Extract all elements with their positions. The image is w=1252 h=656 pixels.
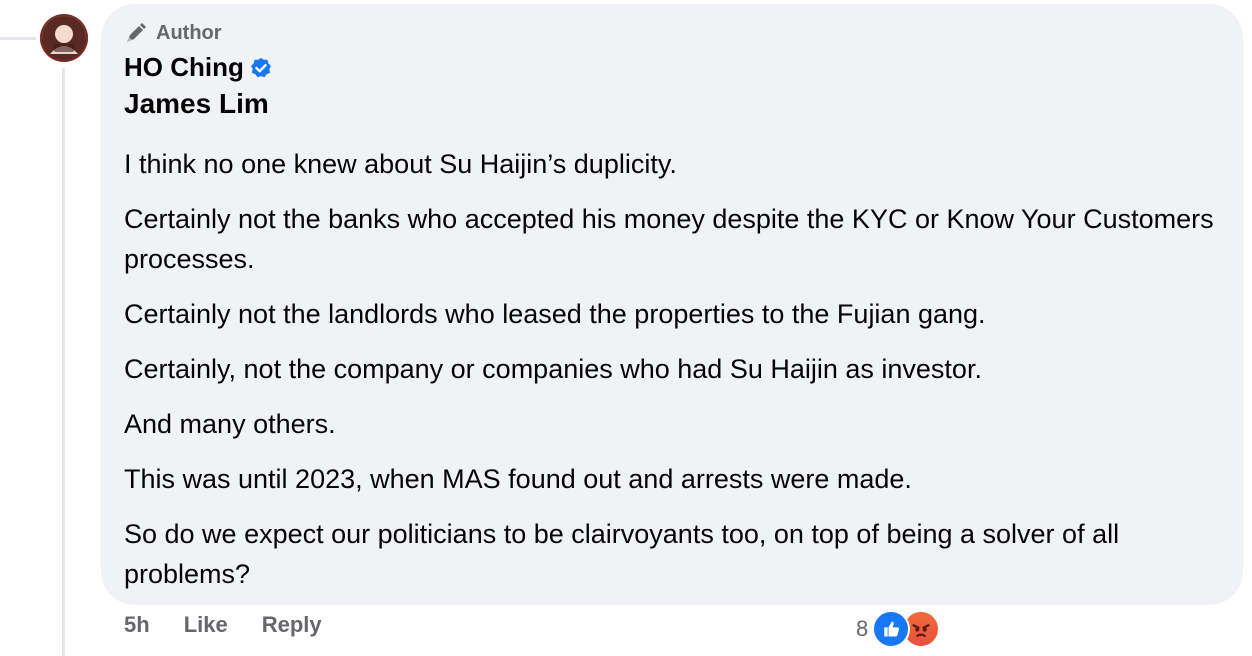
- pen-icon: [127, 23, 146, 42]
- comment-actions: 5h Like Reply: [124, 612, 356, 638]
- like-button[interactable]: Like: [184, 612, 228, 638]
- author-badge-label: Author: [156, 21, 222, 44]
- avatar[interactable]: [40, 14, 88, 62]
- like-icon: [872, 610, 911, 648]
- comment-paragraph: Certainly, not the company or companies …: [124, 354, 982, 384]
- author-badge: Author: [124, 20, 222, 46]
- comment-body: I think no one knew about Su Haijin’s du…: [124, 144, 1220, 609]
- comment-paragraph: I think no one knew about Su Haijin’s du…: [124, 149, 677, 179]
- commenter-name[interactable]: HO Ching: [124, 52, 244, 83]
- comment-paragraph: So do we expect our politicians to be cl…: [124, 519, 1120, 589]
- mention-tag[interactable]: James Lim: [124, 88, 269, 120]
- thread-connector: [0, 37, 36, 40]
- thread-line: [62, 68, 65, 656]
- commenter-name-row: HO Ching: [124, 52, 272, 83]
- comment-paragraph: Certainly not the banks who accepted his…: [124, 204, 1214, 274]
- verified-badge-icon: [250, 57, 271, 77]
- reaction-count: 8: [856, 616, 869, 641]
- timestamp[interactable]: 5h: [124, 612, 150, 638]
- reaction-summary[interactable]: 8: [856, 610, 941, 648]
- comment-paragraph: Certainly not the landlords who leased t…: [124, 299, 986, 329]
- reply-button[interactable]: Reply: [262, 612, 322, 638]
- comment-paragraph: This was until 2023, when MAS found out …: [124, 464, 912, 494]
- comment-paragraph: And many others.: [124, 409, 336, 439]
